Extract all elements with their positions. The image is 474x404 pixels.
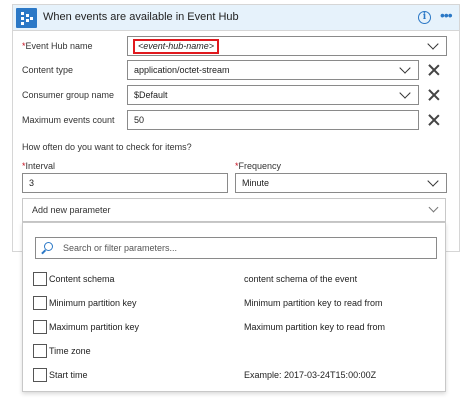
parameter-description: Minimum partition key to read from	[244, 298, 383, 308]
add-new-parameter-label: Add new parameter	[32, 205, 111, 215]
frequency-value: Minute	[242, 178, 270, 188]
max-events-input[interactable]: 50	[127, 110, 419, 130]
card-header[interactable]: When events are available in Event Hub i…	[13, 5, 459, 31]
parameter-item-minimum-partition-key[interactable]: Minimum partition key Minimum partition …	[33, 296, 433, 312]
parameter-item-content-schema[interactable]: Content schema content schema of the eve…	[33, 272, 433, 288]
parameter-search-input[interactable]: Search or filter parameters...	[35, 237, 437, 259]
chevron-down-icon[interactable]	[399, 62, 411, 74]
parameter-checkbox[interactable]	[33, 368, 47, 382]
parameter-list-panel: Search or filter parameters... Content s…	[22, 222, 446, 392]
event-hub-name-label: *Event Hub name	[22, 41, 93, 51]
parameter-description: Example: 2017-03-24T15:00:00Z	[244, 370, 377, 380]
interval-label: *Interval	[22, 161, 56, 171]
search-placeholder: Search or filter parameters...	[63, 243, 178, 253]
parameter-item-time-zone[interactable]: Time zone	[33, 344, 433, 360]
event-hub-name-dropdown[interactable]: <event-hub-name>	[127, 36, 447, 56]
parameter-checkbox[interactable]	[33, 296, 47, 310]
content-type-label: Content type	[22, 65, 74, 75]
consumer-group-label: Consumer group name	[22, 90, 115, 100]
chevron-down-icon[interactable]	[427, 38, 439, 50]
parameter-name: Minimum partition key	[49, 298, 137, 308]
parameter-name: Maximum partition key	[49, 322, 140, 332]
chevron-down-icon[interactable]	[427, 175, 439, 187]
recurrence-question: How often do you want to check for items…	[22, 142, 192, 152]
add-new-parameter-dropdown[interactable]: Add new parameter	[22, 198, 446, 222]
chevron-down-icon[interactable]	[428, 202, 439, 213]
clear-consumer-group-icon[interactable]	[428, 89, 440, 101]
max-events-label: Maximum events count	[22, 115, 115, 125]
clear-content-type-icon[interactable]	[428, 64, 440, 76]
consumer-group-value: $Default	[134, 90, 168, 100]
parameter-checkbox[interactable]	[33, 344, 47, 358]
parameter-name: Time zone	[49, 346, 91, 356]
parameter-name: Content schema	[49, 274, 115, 284]
parameter-item-start-time[interactable]: Start time Example: 2017-03-24T15:00:00Z	[33, 368, 433, 384]
parameter-checkbox[interactable]	[33, 272, 47, 286]
info-icon[interactable]: i	[418, 11, 431, 24]
consumer-group-dropdown[interactable]: $Default	[127, 85, 419, 105]
event-hub-name-value: <event-hub-name>	[133, 39, 220, 54]
clear-max-events-icon[interactable]	[428, 114, 440, 126]
event-hub-logo-icon	[16, 8, 37, 28]
parameter-name: Start time	[49, 370, 88, 380]
frequency-dropdown[interactable]: Minute	[235, 173, 447, 193]
max-events-value: 50	[134, 115, 145, 125]
card-title: When events are available in Event Hub	[43, 11, 239, 23]
frequency-label: *Frequency	[235, 161, 282, 171]
parameter-item-maximum-partition-key[interactable]: Maximum partition key Maximum partition …	[33, 320, 433, 336]
search-icon	[44, 242, 53, 251]
content-type-value: application/octet-stream	[134, 65, 230, 75]
interval-input[interactable]: 3	[22, 173, 228, 193]
parameter-description: Maximum partition key to read from	[244, 322, 386, 332]
parameter-checkbox[interactable]	[33, 320, 47, 334]
interval-value: 3	[29, 178, 35, 188]
parameter-description: content schema of the event	[244, 274, 358, 284]
more-options-icon[interactable]: •••	[440, 7, 453, 23]
content-type-dropdown[interactable]: application/octet-stream	[127, 60, 419, 80]
chevron-down-icon[interactable]	[399, 87, 411, 99]
